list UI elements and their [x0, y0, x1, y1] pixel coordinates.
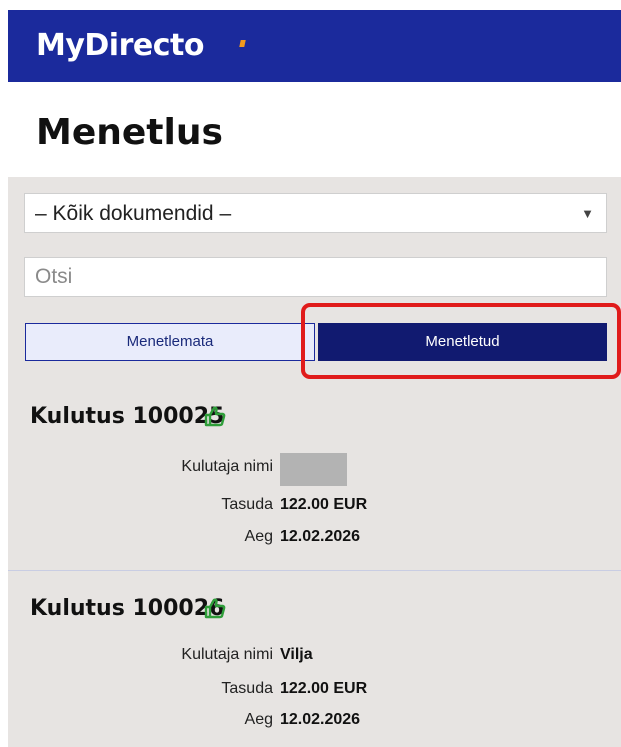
search-input[interactable]: [24, 257, 607, 297]
app-logo[interactable]: MyDirecto: [36, 28, 204, 63]
redacted-value: [280, 453, 347, 486]
thumbs-up-icon: [204, 598, 226, 619]
field-value: 122.00 EUR: [280, 680, 368, 697]
divider: [8, 570, 621, 571]
field-label: Aeg: [244, 711, 273, 728]
field-value: 12.02.2026: [280, 528, 361, 545]
title-bar: Menetlus: [8, 82, 621, 177]
record-title: Kulutus 100026: [30, 596, 225, 621]
field-row: Aeg 12.02.2026: [8, 528, 621, 552]
thumbs-up-icon: [204, 406, 226, 427]
tab-menetlemata[interactable]: Menetlemata: [25, 323, 315, 361]
main-content: – Kõik dokumendid – ▼ Menetlemata Menetl…: [8, 177, 621, 747]
field-row: Kulutaja nimi: [8, 453, 621, 486]
document-type-select-value: – Kõik dokumendid –: [35, 202, 232, 225]
field-row: Aeg 12.02.2026: [8, 711, 621, 735]
field-row: Tasuda 122.00 EUR: [8, 496, 621, 520]
field-value: 122.00 EUR: [280, 496, 368, 513]
field-label: Aeg: [244, 528, 273, 545]
field-label: Kulutaja nimi: [181, 646, 273, 663]
field-label: Tasuda: [221, 680, 273, 697]
document-type-select[interactable]: – Kõik dokumendid – ▼: [24, 193, 607, 233]
field-row: Kulutaja nimi Vilja: [8, 646, 621, 670]
top-bar: MyDirecto: [8, 10, 621, 82]
chevron-down-icon: ▼: [581, 206, 594, 221]
logo-accent-mark: [239, 40, 246, 47]
field-label: Kulutaja nimi: [181, 458, 273, 475]
field-value: Vilja: [280, 646, 313, 663]
tab-menetletud[interactable]: Menetletud: [318, 323, 607, 361]
page-title: Menetlus: [36, 112, 223, 153]
record-title: Kulutus 100025: [30, 404, 225, 429]
field-value: 12.02.2026: [280, 711, 361, 728]
field-label: Tasuda: [221, 496, 273, 513]
field-row: Tasuda 122.00 EUR: [8, 680, 621, 704]
